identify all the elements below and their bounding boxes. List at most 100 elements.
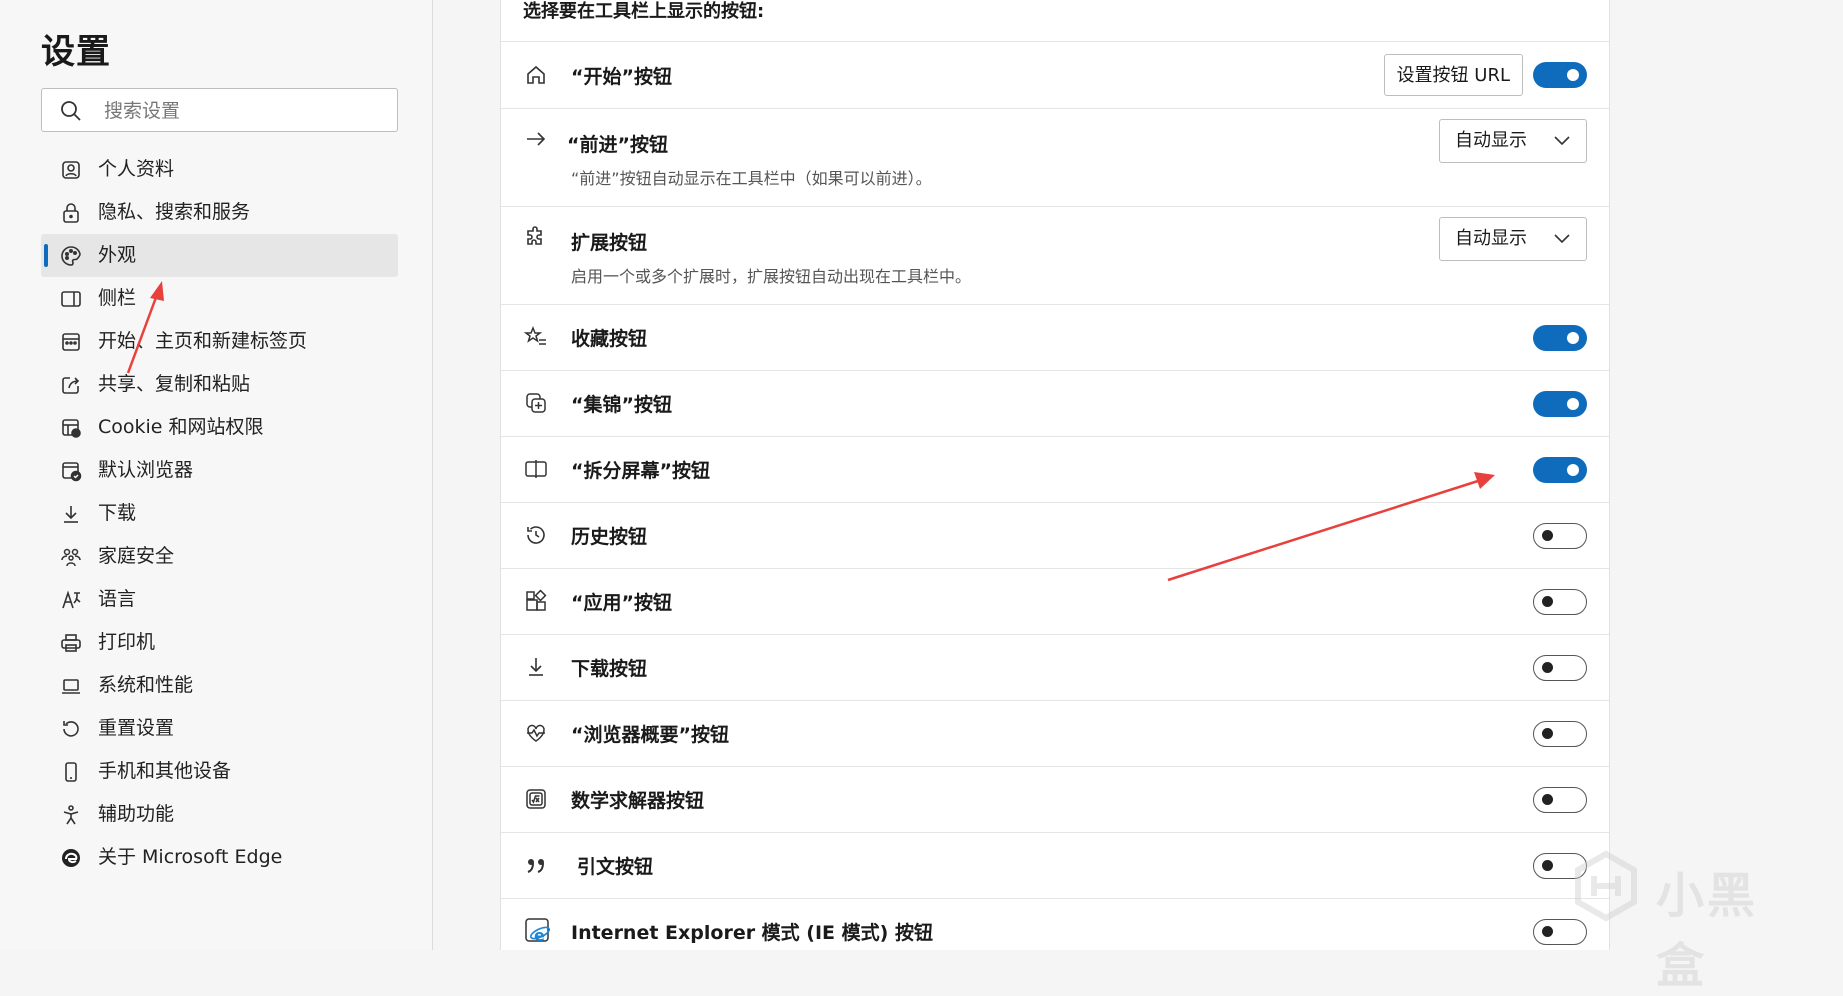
settings-sidebar: 设置 个人资料 隐私、搜索和服务 外观 侧栏 开始、主页和新建标签页 (0, 0, 433, 950)
printer-icon (60, 632, 82, 654)
browser-essentials-button-toggle[interactable] (1533, 721, 1587, 747)
sidebar-item-label: 关于 Microsoft Edge (98, 846, 283, 868)
edge-logo-icon (60, 847, 82, 869)
share-icon (60, 374, 82, 396)
favorites-icon (524, 325, 548, 349)
home-button-toggle[interactable] (1533, 62, 1587, 88)
sidebar-item-label: 个人资料 (98, 158, 175, 180)
sidebar-item-accessibility[interactable]: 辅助功能 (41, 793, 398, 836)
math-solver-button-toggle[interactable] (1533, 787, 1587, 813)
heybox-watermark: 小黑盒 (1566, 846, 1796, 994)
language-icon (60, 589, 82, 611)
svg-text:e: e (534, 926, 545, 945)
row-label: “应用”按钮 (571, 592, 672, 614)
row-label: 数学求解器按钮 (571, 790, 705, 812)
history-button-toggle[interactable] (1533, 523, 1587, 549)
heart-pulse-icon (524, 721, 548, 745)
sidebar-item-family[interactable]: 家庭安全 (41, 535, 398, 578)
puzzle-icon (524, 225, 548, 249)
section-title: 选择要在工具栏上显示的按钮: (523, 1, 765, 22)
sidebar-item-label: 语言 (98, 588, 137, 610)
row-label: “拆分屏幕”按钮 (571, 460, 710, 482)
row-label: “集锦”按钮 (571, 394, 672, 416)
sidebar-item-phone[interactable]: 手机和其他设备 (41, 750, 398, 793)
sidebar-item-label: 隐私、搜索和服务 (98, 201, 251, 223)
sidebar-item-profile[interactable]: 个人资料 (41, 148, 398, 191)
set-button-url-button[interactable]: 设置按钮 URL (1383, 54, 1523, 96)
family-icon (60, 546, 82, 568)
row-home-button: “开始”按钮 设置按钮 URL (501, 41, 1609, 108)
home-icon (524, 63, 548, 87)
sidebar-item-label: 辅助功能 (98, 803, 175, 825)
split-screen-button-toggle[interactable] (1533, 457, 1587, 483)
lock-icon (60, 202, 82, 224)
row-downloads-button: 下载按钮 (501, 634, 1609, 700)
sidebar-item-downloads[interactable]: 下载 (41, 492, 398, 535)
sidebar-item-share[interactable]: 共享、复制和粘贴 (41, 363, 398, 406)
row-label: 历史按钮 (571, 526, 648, 548)
row-collections-button: “集锦”按钮 (501, 370, 1609, 436)
sidebar-item-label: 开始、主页和新建标签页 (98, 330, 308, 352)
arrow-right-icon (524, 127, 548, 151)
forward-button-select[interactable]: 自动显示 (1439, 119, 1587, 163)
sidebar-item-default-browser[interactable]: 默认浏览器 (41, 449, 398, 492)
sidebar-nav: 个人资料 隐私、搜索和服务 外观 侧栏 开始、主页和新建标签页 共享、复制和粘贴… (41, 148, 398, 879)
phone-icon (60, 761, 82, 783)
sidebar-item-languages[interactable]: 语言 (41, 578, 398, 621)
apps-button-toggle[interactable] (1533, 589, 1587, 615)
history-icon (524, 523, 548, 547)
sidebar-item-start-page[interactable]: 开始、主页和新建标签页 (41, 320, 398, 363)
toolbar-buttons-card: 选择要在工具栏上显示的按钮: “开始”按钮 设置按钮 URL “前进”按钮 “前… (500, 0, 1610, 950)
search-icon (60, 100, 82, 122)
chevron-down-icon (1554, 233, 1570, 245)
row-apps-button: “应用”按钮 (501, 568, 1609, 634)
sidebar-item-appearance[interactable]: 外观 (41, 234, 398, 277)
favorites-button-toggle[interactable] (1533, 325, 1587, 351)
downloads-button-toggle[interactable] (1533, 655, 1587, 681)
sidebar-item-system[interactable]: 系统和性能 (41, 664, 398, 707)
sidebar-item-label: Cookie 和网站权限 (98, 416, 264, 438)
row-citations-button: 引文按钮 (501, 832, 1609, 898)
search-input[interactable] (102, 95, 386, 127)
sidebar-item-sidebar[interactable]: 侧栏 (41, 277, 398, 320)
profile-icon (60, 159, 82, 181)
laptop-icon (60, 675, 82, 697)
sidebar-item-cookies[interactable]: Cookie 和网站权限 (41, 406, 398, 449)
sidebar-item-label: 侧栏 (98, 287, 137, 309)
sidebar-item-label: 外观 (98, 244, 137, 266)
search-box[interactable] (41, 88, 398, 132)
heybox-logo-icon (1575, 850, 1637, 922)
row-history-button: 历史按钮 (501, 502, 1609, 568)
row-label: 引文按钮 (577, 856, 654, 878)
row-label: 扩展按钮 (571, 232, 648, 254)
row-label: Internet Explorer 模式 (IE 模式) 按钮 (571, 922, 933, 944)
quote-icon (524, 853, 548, 877)
sidebar-item-privacy[interactable]: 隐私、搜索和服务 (41, 191, 398, 234)
select-value: 自动显示 (1455, 130, 1527, 151)
row-forward-button: “前进”按钮 “前进”按钮自动显示在工具栏中（如果可以前进）。 自动显示 (501, 108, 1609, 206)
row-label: 下载按钮 (571, 658, 648, 680)
extensions-button-select[interactable]: 自动显示 (1439, 217, 1587, 261)
sidebar-item-label: 共享、复制和粘贴 (98, 373, 251, 395)
sidebar-item-label: 系统和性能 (98, 674, 194, 696)
row-extensions-button: 扩展按钮 启用一个或多个扩展时，扩展按钮自动出现在工具栏中。 自动显示 (501, 206, 1609, 304)
watermark-text: 小黑盒 (1656, 868, 1759, 994)
row-label: “开始”按钮 (571, 66, 672, 88)
collections-icon (524, 391, 548, 415)
row-split-screen-button: “拆分屏幕”按钮 (501, 436, 1609, 502)
page-title: 设置 (41, 32, 111, 72)
palette-icon (60, 245, 82, 267)
accessibility-icon (60, 804, 82, 826)
row-label: “浏览器概要”按钮 (571, 724, 729, 746)
collections-button-toggle[interactable] (1533, 391, 1587, 417)
split-screen-icon (524, 457, 548, 481)
sidebar-item-label: 重置设置 (98, 717, 175, 739)
sidebar-item-label: 打印机 (98, 631, 156, 653)
sidebar-item-reset[interactable]: 重置设置 (41, 707, 398, 750)
sidebar-item-printers[interactable]: 打印机 (41, 621, 398, 664)
row-favorites-button: 收藏按钮 (501, 304, 1609, 370)
chevron-down-icon (1554, 135, 1570, 147)
row-math-solver-button: 数学求解器按钮 (501, 766, 1609, 832)
row-ie-mode-button: e Internet Explorer 模式 (IE 模式) 按钮 (501, 898, 1609, 964)
sidebar-item-about[interactable]: 关于 Microsoft Edge (41, 836, 398, 879)
